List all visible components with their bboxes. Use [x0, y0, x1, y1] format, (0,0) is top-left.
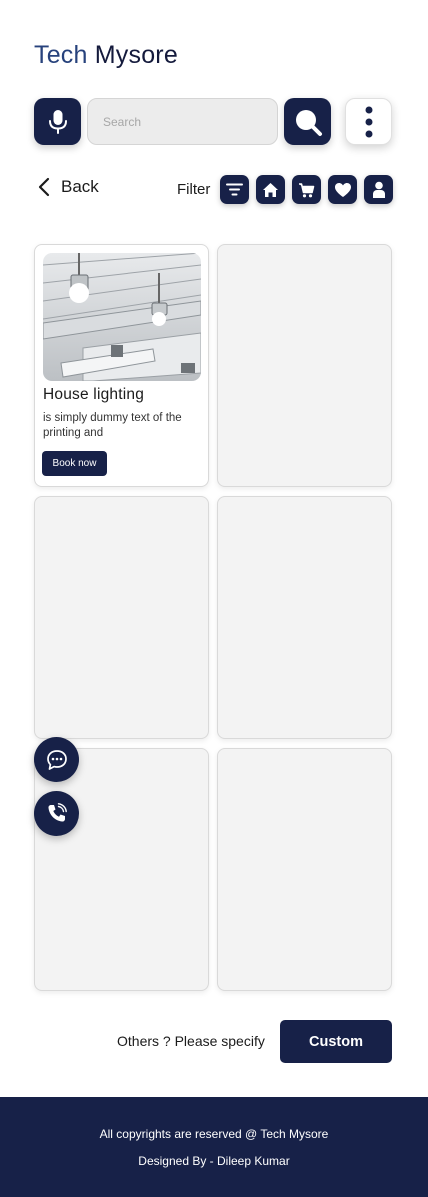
back-label: Back — [61, 177, 99, 196]
house-lighting-image — [43, 253, 201, 381]
chat-button[interactable] — [34, 737, 79, 782]
call-button[interactable] — [34, 791, 79, 836]
microphone-icon — [48, 109, 67, 134]
service-card-placeholder[interactable] — [217, 496, 392, 739]
filter-button[interactable] — [220, 175, 249, 204]
service-card-placeholder[interactable] — [34, 496, 209, 739]
filter-lines-icon — [226, 183, 243, 196]
chat-icon — [46, 749, 67, 770]
toolbar: Back Filter — [34, 173, 393, 205]
brand-part-tech: Tech — [34, 41, 88, 69]
home-icon — [263, 182, 278, 197]
filter-label: Filter — [177, 181, 211, 198]
copyright-text: All copyrights are reserved @ Tech Mysor… — [99, 1127, 329, 1141]
card-description: is simply dummy text of the printing and — [43, 412, 182, 439]
service-card-placeholder[interactable] — [217, 244, 392, 487]
book-now-button[interactable]: Book now — [42, 451, 107, 476]
search-input[interactable] — [87, 98, 278, 145]
brand-part-mysore: Mysore — [94, 41, 178, 69]
designer-credit: Designed By - Dileep Kumar — [138, 1154, 290, 1168]
service-card-placeholder[interactable] — [217, 748, 392, 991]
chevron-left-icon — [38, 177, 50, 197]
custom-button[interactable]: Custom — [280, 1020, 392, 1063]
kebab-menu-icon — [365, 106, 372, 137]
service-card[interactable]: House lighting is simply dummy text of t… — [34, 244, 209, 487]
heart-icon — [334, 182, 351, 197]
home-button[interactable] — [256, 175, 285, 204]
brand-title: Tech Mysore — [34, 41, 178, 70]
phone-call-icon — [47, 802, 67, 822]
favorites-button[interactable] — [328, 175, 357, 204]
search-bar — [34, 98, 392, 145]
cart-icon — [299, 182, 315, 197]
profile-button[interactable] — [364, 175, 393, 204]
search-button[interactable] — [284, 98, 331, 145]
cart-button[interactable] — [292, 175, 321, 204]
person-icon — [372, 181, 385, 198]
search-icon — [295, 109, 322, 136]
custom-prompt: Others ? Please specify — [117, 1033, 265, 1049]
service-card-placeholder[interactable] — [34, 748, 209, 991]
card-title: House lighting — [43, 386, 145, 403]
back-button[interactable]: Back — [38, 177, 99, 197]
more-options-button[interactable] — [345, 98, 392, 145]
footer: All copyrights are reserved @ Tech Mysor… — [0, 1097, 428, 1197]
voice-search-button[interactable] — [34, 98, 81, 145]
